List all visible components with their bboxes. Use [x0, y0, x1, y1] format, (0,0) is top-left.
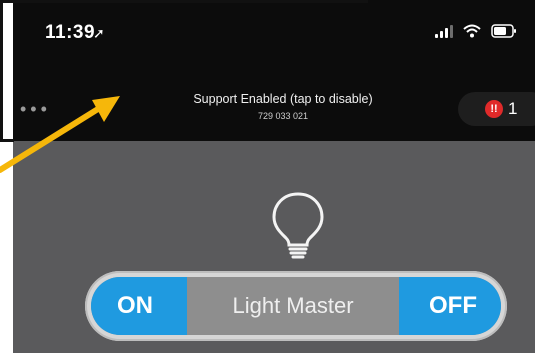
status-icons — [435, 24, 517, 38]
frame-bottom-edge — [0, 139, 14, 142]
support-bar[interactable]: ••• Support Enabled (tap to disable) 729… — [13, 86, 535, 136]
cellular-signal-icon — [435, 24, 453, 38]
device-name: Light Master — [232, 293, 354, 318]
support-message[interactable]: Support Enabled (tap to disable) — [163, 92, 403, 106]
alert-icon: !! — [485, 100, 503, 118]
support-id: 729 033 021 — [257, 111, 309, 121]
off-button[interactable]: OFF — [399, 277, 501, 335]
on-button[interactable]: ON — [91, 277, 187, 335]
more-dots-icon[interactable]: ••• — [20, 99, 51, 120]
phone-screen: 11:39 ➚ ••• Support Enabled (tap to disa… — [13, 0, 535, 353]
frame-left-edge — [0, 0, 3, 140]
battery-icon — [491, 24, 517, 38]
frame-top-edge — [0, 0, 368, 3]
alert-count: 1 — [508, 99, 518, 118]
light-bulb-icon — [269, 190, 327, 265]
status-time: 11:39 — [45, 22, 96, 43]
light-toggle[interactable]: ON Light Master OFF — [85, 271, 507, 341]
alert-badge[interactable]: !! 1 — [458, 92, 535, 126]
location-arrow-icon: ➚ — [93, 25, 105, 41]
toggle-track: ON Light Master OFF — [91, 277, 501, 335]
wifi-icon — [463, 24, 481, 38]
